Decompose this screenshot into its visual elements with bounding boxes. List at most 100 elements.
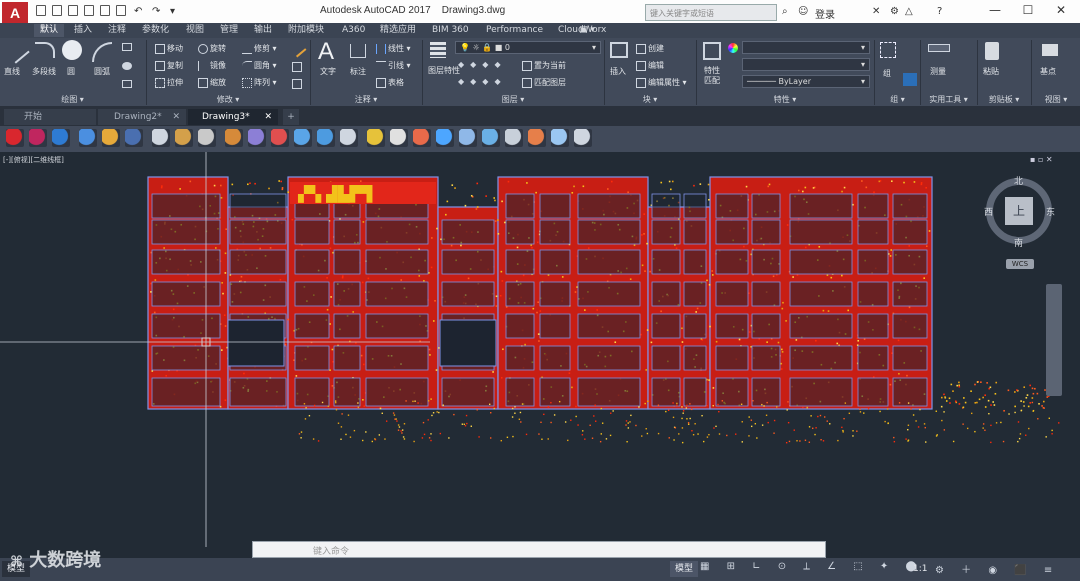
properties-panel-label[interactable]: 特性 ▾: [697, 94, 873, 106]
insert-button[interactable]: 插入: [610, 66, 626, 77]
pointcloud-tool-icon-12[interactable]: [294, 129, 312, 147]
pointcloud-tool-icon-0[interactable]: [6, 129, 24, 147]
open-file-icon[interactable]: [52, 5, 62, 16]
layer-tools-row1[interactable]: ◆◆◆◆: [458, 60, 507, 69]
explode-icon[interactable]: [292, 62, 302, 72]
pointcloud-tool-icon-21[interactable]: [505, 129, 523, 147]
ribbon-display-toggle[interactable]: ▣ ▾: [573, 24, 601, 37]
maximize-icon[interactable]: ☐: [1013, 3, 1043, 17]
text-icon[interactable]: A: [318, 38, 334, 66]
exchange-icon[interactable]: ✕: [872, 6, 880, 17]
polyline-icon[interactable]: [35, 42, 55, 58]
match-properties-button[interactable]: 特性匹配: [702, 66, 722, 86]
pointcloud-tool-icon-11[interactable]: [271, 129, 289, 147]
application-menu-button[interactable]: A: [2, 2, 28, 24]
paste-button[interactable]: 粘贴: [983, 66, 999, 77]
create-block-button[interactable]: 创建: [636, 43, 664, 54]
arc-button[interactable]: 圆弧: [94, 66, 110, 77]
base-view-icon[interactable]: [1042, 44, 1058, 56]
annotation-scale[interactable]: 1:1: [908, 561, 932, 577]
new-file-icon[interactable]: [36, 5, 46, 16]
help-warning-icon[interactable]: △: [905, 6, 913, 17]
login-link[interactable]: 登录: [815, 6, 835, 21]
pointcloud-tool-icon-3[interactable]: [79, 129, 97, 147]
rectangle-icon[interactable]: [122, 43, 132, 51]
doc-tab-start[interactable]: 开始: [4, 109, 96, 125]
ribbon-tab-4[interactable]: 视图: [180, 24, 210, 37]
array-button[interactable]: 阵列 ▾: [242, 77, 277, 88]
circle-button[interactable]: 圆: [67, 66, 75, 77]
layer-dropdown[interactable]: 💡 ☼ 🔒 ■ 0 ▾: [455, 41, 601, 54]
pointcloud-tool-icon-19[interactable]: [459, 129, 477, 147]
pointcloud-tool-icon-10[interactable]: [248, 129, 266, 147]
layer-properties-icon[interactable]: [430, 42, 446, 58]
save-icon[interactable]: [68, 5, 78, 16]
scale-button[interactable]: 缩放: [198, 77, 226, 88]
plot-icon[interactable]: [116, 5, 126, 16]
rotate-button[interactable]: 旋转: [198, 43, 226, 54]
ribbon-tab-10[interactable]: BIM 360: [426, 24, 475, 37]
pointcloud-tool-icon-16[interactable]: [390, 129, 408, 147]
status-tools[interactable]: ⚙ ＋ ◉ ⬛ ≡: [935, 561, 1059, 576]
linetype-dropdown[interactable]: ────── ByLayer ▾: [742, 75, 870, 88]
annotation-panel-label[interactable]: 注释 ▾: [311, 94, 421, 106]
set-current-button[interactable]: 置为当前: [522, 60, 566, 71]
print-icon[interactable]: [100, 5, 110, 16]
measure-button[interactable]: 测量: [930, 66, 946, 77]
lineweight-dropdown[interactable]: ▾: [742, 58, 870, 71]
offset-icon[interactable]: [292, 79, 302, 89]
search-input[interactable]: 键入关键字或短语: [645, 4, 777, 21]
minimize-icon[interactable]: —: [980, 3, 1010, 17]
model-space-button[interactable]: 模型: [670, 561, 699, 577]
color-dropdown[interactable]: ▾: [742, 41, 870, 54]
trim-button[interactable]: 修剪 ▾: [242, 43, 277, 54]
ribbon-tab-6[interactable]: 输出: [248, 24, 278, 37]
pointcloud-tool-icon-14[interactable]: [340, 129, 358, 147]
new-tab-button[interactable]: +: [283, 109, 299, 125]
save-as-icon[interactable]: [84, 5, 94, 16]
pointcloud-tool-icon-2[interactable]: [52, 129, 70, 147]
hatch-icon[interactable]: [122, 62, 132, 70]
pointcloud-tool-icon-22[interactable]: [528, 129, 546, 147]
polyline-button[interactable]: 多段线: [32, 66, 56, 77]
paste-icon[interactable]: [985, 42, 999, 60]
text-button[interactable]: 文字: [320, 66, 336, 77]
line-button[interactable]: 直线: [4, 66, 20, 77]
pointcloud-tool-icon-1[interactable]: [29, 129, 47, 147]
pointcloud-tool-icon-17[interactable]: [413, 129, 431, 147]
groups-panel-label[interactable]: 组 ▾: [875, 94, 920, 106]
mirror-button[interactable]: 镜像: [198, 60, 226, 71]
fillet-button[interactable]: 圆角 ▾: [242, 60, 277, 71]
pointcloud-tool-icon-23[interactable]: [551, 129, 569, 147]
pointcloud-tool-icon-5[interactable]: [125, 129, 143, 147]
undo-icon[interactable]: ↶: [134, 6, 142, 17]
clipboard-panel-label[interactable]: 剪贴板 ▾: [978, 94, 1030, 106]
user-icon[interactable]: ☺: [798, 6, 808, 17]
command-input[interactable]: 键入命令: [252, 541, 826, 558]
draw-panel-label[interactable]: 绘图 ▾: [0, 94, 145, 106]
navigation-bar[interactable]: [1046, 284, 1062, 396]
edit-block-button[interactable]: 编辑: [636, 60, 664, 71]
a360-icon[interactable]: ⚙: [890, 6, 899, 17]
pointcloud-tool-icon-4[interactable]: [102, 129, 120, 147]
ribbon-tab-11[interactable]: Performance: [480, 24, 549, 37]
table-button[interactable]: 表格: [376, 77, 404, 88]
ribbon-tab-0[interactable]: 默认: [34, 24, 65, 37]
quick-access-dropdown-icon[interactable]: ▾: [170, 6, 175, 17]
copy-button[interactable]: 复制: [155, 60, 183, 71]
pointcloud-tool-icon-8[interactable]: [198, 129, 216, 147]
insert-block-icon[interactable]: [610, 42, 628, 58]
ribbon-tab-7[interactable]: 附加模块: [282, 24, 330, 37]
doc-tab-drawing2[interactable]: Drawing2* ✕: [98, 109, 186, 125]
block-panel-label[interactable]: 块 ▾: [605, 94, 695, 106]
ribbon-tab-5[interactable]: 管理: [214, 24, 244, 37]
ribbon-tab-3[interactable]: 参数化: [136, 24, 175, 37]
match-properties-icon[interactable]: [703, 42, 721, 60]
dimension-icon[interactable]: [350, 44, 366, 58]
layers-panel-label[interactable]: 图层 ▾: [423, 94, 603, 106]
viewcube-east[interactable]: 东: [1046, 205, 1055, 218]
viewcube-south[interactable]: 南: [1014, 236, 1023, 249]
group-select-icon[interactable]: [903, 73, 917, 86]
pointcloud-tool-icon-20[interactable]: [482, 129, 500, 147]
dimension-button[interactable]: 标注: [350, 66, 366, 77]
